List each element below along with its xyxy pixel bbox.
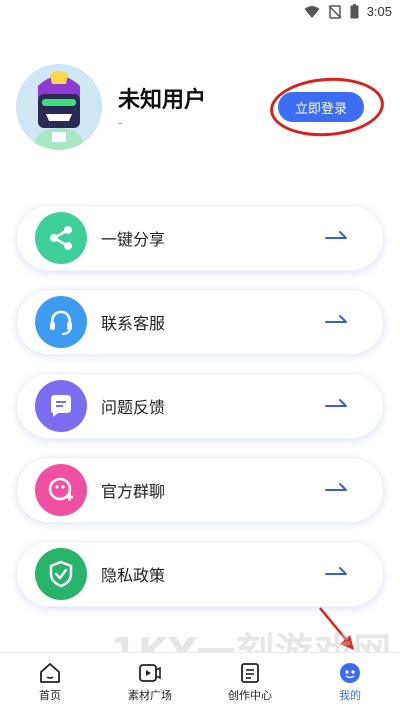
feedback-icon [35,380,87,432]
menu-item-label: 隐私政策 [101,566,166,585]
headset-icon [35,296,87,348]
no-signal-icon [328,4,342,19]
share-icon [35,212,87,264]
menu-list: 一键分享 联系客服 问题反馈 官方群聊 隐私政策 [16,205,384,625]
tab-label: 首页 [39,689,61,702]
tab-home[interactable]: 首页 [0,653,100,712]
menu-item-label: 官方群聊 [101,482,166,501]
avatar[interactable] [16,64,102,150]
menu-item-label: 问题反馈 [101,398,166,417]
shield-icon [35,548,87,600]
tab-creation-center[interactable]: 创作中心 [200,653,300,712]
profile-header: 未知用户 - 立即登录 [16,64,386,154]
annotation-arrow [319,607,354,650]
login-button[interactable]: 立即登录 [278,92,364,122]
menu-item-official-group[interactable]: 官方群聊 [16,457,384,523]
document-icon [241,663,259,683]
tab-label: 创作中心 [228,689,272,702]
tab-material-square[interactable]: 素材广场 [100,653,200,712]
home-icon [40,663,60,683]
menu-item-privacy-policy[interactable]: 隐私政策 [16,541,384,607]
menu-item-label: 联系客服 [101,314,166,333]
wifi-icon [304,5,320,18]
arrow-right-icon [325,231,347,239]
bottom-tab-bar: 首页 素材广场 创作中心 我的 [0,652,400,712]
menu-item-label: 一键分享 [101,230,166,249]
arrow-right-icon [325,567,347,575]
group-chat-icon [35,464,87,516]
arrow-right-icon [325,315,347,323]
tab-label: 我的 [339,689,361,702]
arrow-right-icon [325,399,347,407]
status-bar: 3:05 [0,0,400,24]
menu-item-feedback[interactable]: 问题反馈 [16,373,384,439]
status-time: 3:05 [366,4,392,19]
menu-item-share[interactable]: 一键分享 [16,205,384,271]
user-subtitle: - [118,116,123,130]
menu-item-customer-service[interactable]: 联系客服 [16,289,384,355]
profile-icon [340,663,360,683]
tab-mine[interactable]: 我的 [300,653,400,712]
tab-label: 素材广场 [128,689,172,702]
arrow-right-icon [325,483,347,491]
username: 未知用户 [118,88,207,113]
video-icon [139,664,161,682]
battery-icon [350,4,359,19]
